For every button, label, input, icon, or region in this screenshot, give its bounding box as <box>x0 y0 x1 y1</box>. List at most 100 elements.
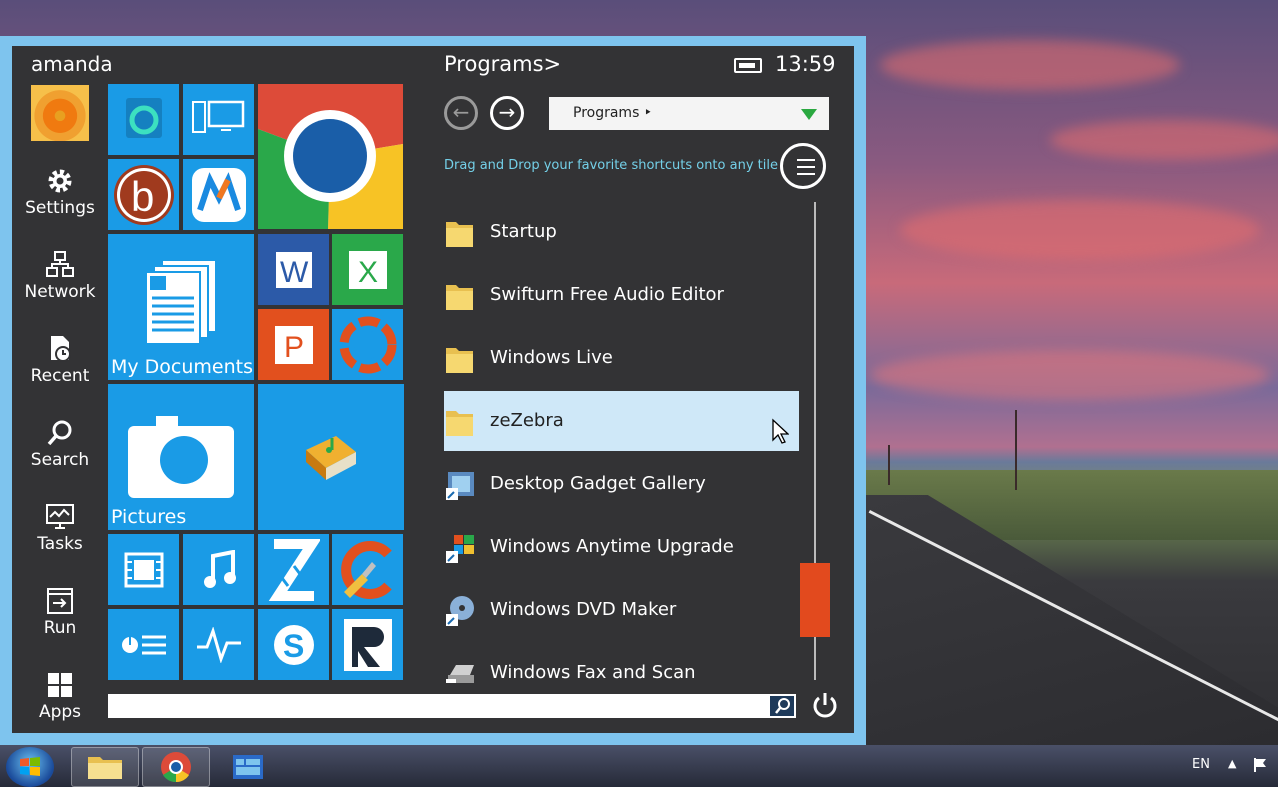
sync-icon <box>126 98 162 138</box>
tile-video[interactable] <box>108 534 179 605</box>
tile-maxthon[interactable] <box>183 159 254 230</box>
fax-icon <box>446 665 474 683</box>
chevron-down-icon <box>801 109 817 120</box>
chrome-icon <box>258 84 403 229</box>
program-item[interactable]: Windows Anytime Upgrade <box>444 517 799 577</box>
tile-activity[interactable] <box>183 609 254 680</box>
windows-logo-icon <box>20 757 40 776</box>
tile-ccleaner[interactable] <box>332 534 403 605</box>
sidebar-item-settings[interactable]: Settings <box>12 166 108 218</box>
sidebar-item-label: Network <box>24 282 96 302</box>
tile-chrome[interactable] <box>258 84 403 229</box>
powerpoint-icon: P <box>275 326 313 364</box>
tile-music[interactable] <box>183 534 254 605</box>
action-center-button[interactable] <box>1252 757 1268 777</box>
back-button[interactable]: ← <box>444 96 478 130</box>
programs-header[interactable]: Programs> <box>444 52 561 76</box>
tile-zebra[interactable] <box>258 534 329 605</box>
tile-computer[interactable] <box>183 84 254 155</box>
programs-dropdown[interactable]: Programs ‣ <box>549 97 829 130</box>
program-label: zeZebra <box>490 410 564 431</box>
search-input[interactable] <box>108 694 796 718</box>
search-button[interactable] <box>770 696 794 716</box>
tray-expand-button[interactable]: ▲ <box>1228 757 1236 770</box>
program-label: Windows Live <box>490 347 613 368</box>
sidebar-item-tasks[interactable]: Tasks <box>12 502 108 554</box>
folder-icon <box>446 285 473 310</box>
program-item[interactable]: Desktop Gadget Gallery <box>444 454 799 514</box>
folder-icon <box>446 348 473 373</box>
scrollbar-thumb[interactable] <box>800 563 830 637</box>
list-icon <box>797 159 815 161</box>
sidebar-item-recent[interactable]: Recent <box>12 334 108 386</box>
program-label: Windows Fax and Scan <box>490 662 696 683</box>
tile-sync[interactable] <box>108 84 179 155</box>
tile-b-app[interactable]: b <box>108 159 179 230</box>
recent-icon <box>45 334 75 364</box>
program-item[interactable]: Windows DVD Maker <box>444 580 799 640</box>
sidebar-item-apps[interactable]: Apps <box>12 670 108 722</box>
username: amanda <box>31 52 113 76</box>
taskbar-chrome[interactable] <box>142 747 210 787</box>
list-icon <box>797 173 815 175</box>
dvd-icon <box>446 596 474 626</box>
sidebar-item-network[interactable]: Network <box>12 250 108 302</box>
tile-skype[interactable]: S <box>258 609 329 680</box>
network-icon <box>45 250 75 280</box>
dropdown-value: Programs ‣ <box>573 105 653 121</box>
program-label: Desktop Gadget Gallery <box>490 473 706 494</box>
drag-drop-hint: Drag and Drop your favorite shortcuts on… <box>444 158 778 173</box>
tile-powerpoint[interactable]: P <box>258 309 329 380</box>
gear-icon <box>45 166 75 196</box>
tile-word[interactable]: W <box>258 234 329 305</box>
svg-text:S: S <box>283 628 304 664</box>
tile-my-documents[interactable]: My Documents <box>108 234 254 380</box>
cloud <box>900 200 1260 260</box>
windows-flag-icon <box>446 535 474 563</box>
program-item[interactable]: Startup <box>444 202 799 262</box>
sidebar-item-label: Apps <box>38 702 82 722</box>
battery-icon <box>734 58 762 73</box>
documents-icon <box>145 259 217 345</box>
tile-pictures[interactable]: Pictures <box>108 384 254 530</box>
taskbar-start-menu-app[interactable] <box>213 747 281 787</box>
music-book-icon <box>306 436 356 480</box>
skype-icon: S <box>274 625 314 665</box>
tile-r-app[interactable] <box>332 609 403 680</box>
program-item[interactable]: Swifturn Free Audio Editor <box>444 265 799 325</box>
sidebar-item-search[interactable]: Search <box>12 418 108 470</box>
forward-button[interactable]: → <box>490 96 524 130</box>
tile-excel[interactable]: X <box>332 234 403 305</box>
power-button[interactable] <box>810 690 840 720</box>
run-icon <box>45 586 75 616</box>
svg-text:b: b <box>131 173 154 220</box>
music-note-icon <box>204 550 236 588</box>
program-item[interactable]: Windows Fax and Scan <box>444 643 799 683</box>
start-button[interactable] <box>6 747 54 787</box>
tile-music-book[interactable] <box>258 384 404 530</box>
cloud <box>1050 120 1278 160</box>
photoscape-icon <box>339 316 397 374</box>
folder-icon <box>446 222 473 247</box>
app-window-icon <box>233 755 263 779</box>
tile-media-list[interactable] <box>108 609 179 680</box>
gadget-icon <box>446 472 474 500</box>
film-icon <box>124 552 164 588</box>
ccleaner-icon <box>341 541 392 599</box>
program-item-selected[interactable]: zeZebra <box>444 391 799 451</box>
sidebar-item-run[interactable]: Run <box>12 586 108 638</box>
program-item[interactable]: Windows Live <box>444 328 799 388</box>
sidebar-item-label: Run <box>43 618 77 638</box>
excel-icon: X <box>349 251 387 289</box>
b-app-icon: b <box>114 165 174 225</box>
search-icon <box>45 418 75 448</box>
sidebar-item-label: Search <box>30 450 90 470</box>
tile-photoscape[interactable] <box>332 309 403 380</box>
language-indicator[interactable]: EN <box>1192 757 1210 772</box>
sidebar-item-label: Settings <box>25 198 95 218</box>
taskbar-explorer[interactable] <box>71 747 139 787</box>
tasks-icon <box>45 502 75 532</box>
word-icon: W <box>274 250 314 290</box>
avatar[interactable] <box>31 85 89 141</box>
list-view-button[interactable] <box>780 143 826 189</box>
